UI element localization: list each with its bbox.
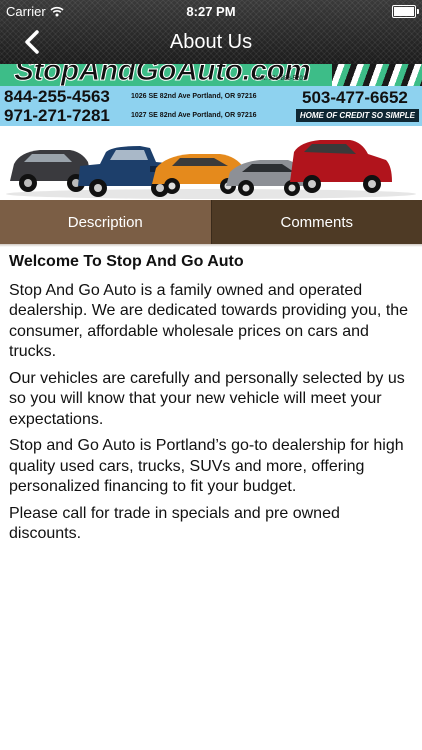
navigation-bar: About Us (0, 22, 422, 64)
content-heading: Welcome To Stop And Go Auto (9, 253, 244, 270)
dealer-logo: StopAndGoAuto.com (13, 64, 311, 86)
banner-slogan: HOME OF CREDIT SO SIMPLE (295, 109, 419, 122)
description-content: Welcome To Stop And Go Auto Stop And Go … (9, 252, 413, 551)
banner-address-1: 1026 SE 82nd Ave Portland, OR 97216 (131, 93, 257, 100)
content-paragraph: Stop And Go Auto is a family owned and o… (9, 281, 409, 361)
status-time: 8:27 PM (186, 4, 236, 19)
banner-contact-strip: 844-255-4563 1026 SE 82nd Ave Portland, … (0, 86, 422, 126)
top-bar: Carrier 8:27 PM About Us (0, 0, 422, 64)
content-paragraph: Stop and Go Auto is Portland’s go-to dea… (9, 437, 404, 495)
banner-address-2: 1027 SE 82nd Ave Portland, OR 97216 (131, 112, 257, 119)
tab-divider (0, 244, 422, 247)
banner-phone-3: 503-477-6652 (302, 88, 408, 107)
content-paragraph: Please call for trade in specials and pr… (9, 504, 340, 543)
segmented-tabs: Description Comments (0, 200, 422, 244)
banner-fax: FAX: 971-888-5201 (253, 76, 306, 82)
banner-phone-2: 971-271-7281 (4, 106, 110, 125)
battery-icon (392, 5, 419, 18)
car-lineup-image (0, 126, 422, 200)
content-paragraph: Our vehicles are carefully and personall… (9, 369, 405, 428)
banner-phone-1: 844-255-4563 (4, 87, 110, 106)
dealer-banner: StopAndGoAuto.com FAX: 971-888-5201 844-… (0, 64, 422, 200)
page-title: About Us (169, 31, 253, 53)
tab-comments[interactable]: Comments (210, 200, 422, 244)
tab-description[interactable]: Description (0, 200, 211, 244)
status-bar: Carrier 8:27 PM (0, 0, 422, 22)
banner-logo-strip: StopAndGoAuto.com (0, 64, 422, 86)
